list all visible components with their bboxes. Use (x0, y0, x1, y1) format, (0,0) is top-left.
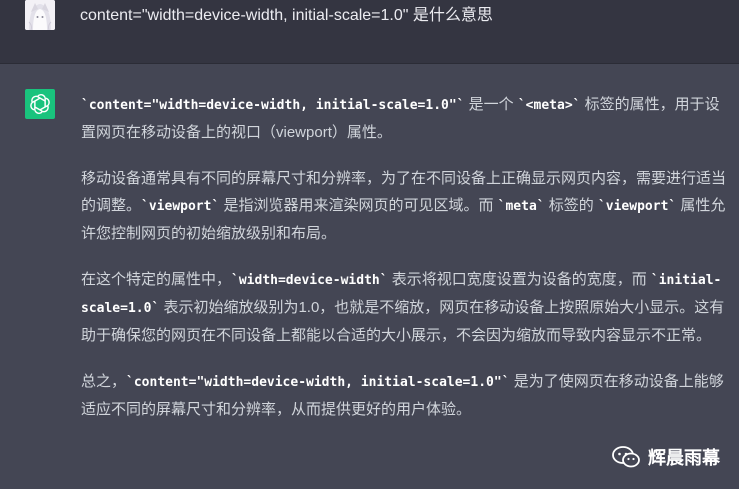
inline-code: `meta` (497, 199, 545, 214)
assistant-message-text: `content="width=device-width, initial-sc… (81, 91, 731, 442)
text-span: 是一个 (464, 96, 518, 113)
user-message-text: content="width=device-width, initial-sca… (80, 7, 493, 24)
inline-code: `width=device-width` (231, 273, 388, 288)
watermark-text: 辉晨雨幕 (648, 448, 720, 468)
wechat-icon (612, 446, 640, 468)
inline-code: `content="width=device-width, initial-sc… (81, 98, 465, 113)
answer-paragraph: 移动设备通常具有不同的屏幕尺寸和分辨率，为了在不同设备上正确显示网页内容，需要进… (81, 165, 731, 247)
assistant-message-row: `content="width=device-width, initial-sc… (0, 64, 739, 489)
watermark: 辉晨雨幕 (612, 444, 720, 470)
openai-logo-icon (25, 89, 55, 119)
text-span: 在这个特定的属性中， (81, 271, 232, 288)
chat-page: content="width=device-width, initial-sca… (0, 0, 739, 489)
answer-paragraph: 总之，`content="width=device-width, initial… (81, 368, 731, 423)
text-span: 表示将视口宽度设置为设备的宽度，而 (387, 271, 651, 288)
inline-code: `viewport` (597, 199, 677, 214)
answer-paragraph: `content="width=device-width, initial-sc… (81, 91, 731, 146)
inline-code: `viewport` (141, 199, 220, 214)
text-span: 是指浏览器用来渲染网页的可见区域。而 (219, 197, 498, 214)
text-span: 标签的 (544, 197, 598, 214)
text-span: 表示初始缩放级别为1.0，也就是不缩放，网页在移动设备上按照原始大小显示。这有助… (81, 299, 725, 344)
user-avatar (25, 0, 55, 30)
inline-code: `content="width=device-width, initial-sc… (126, 375, 510, 390)
text-span: 总之， (81, 373, 127, 390)
answer-paragraph: 在这个特定的属性中，`width=device-width` 表示将视口宽度设置… (81, 266, 731, 349)
user-message-row: content="width=device-width, initial-sca… (0, 0, 739, 64)
inline-code: `<meta>` (517, 98, 581, 113)
